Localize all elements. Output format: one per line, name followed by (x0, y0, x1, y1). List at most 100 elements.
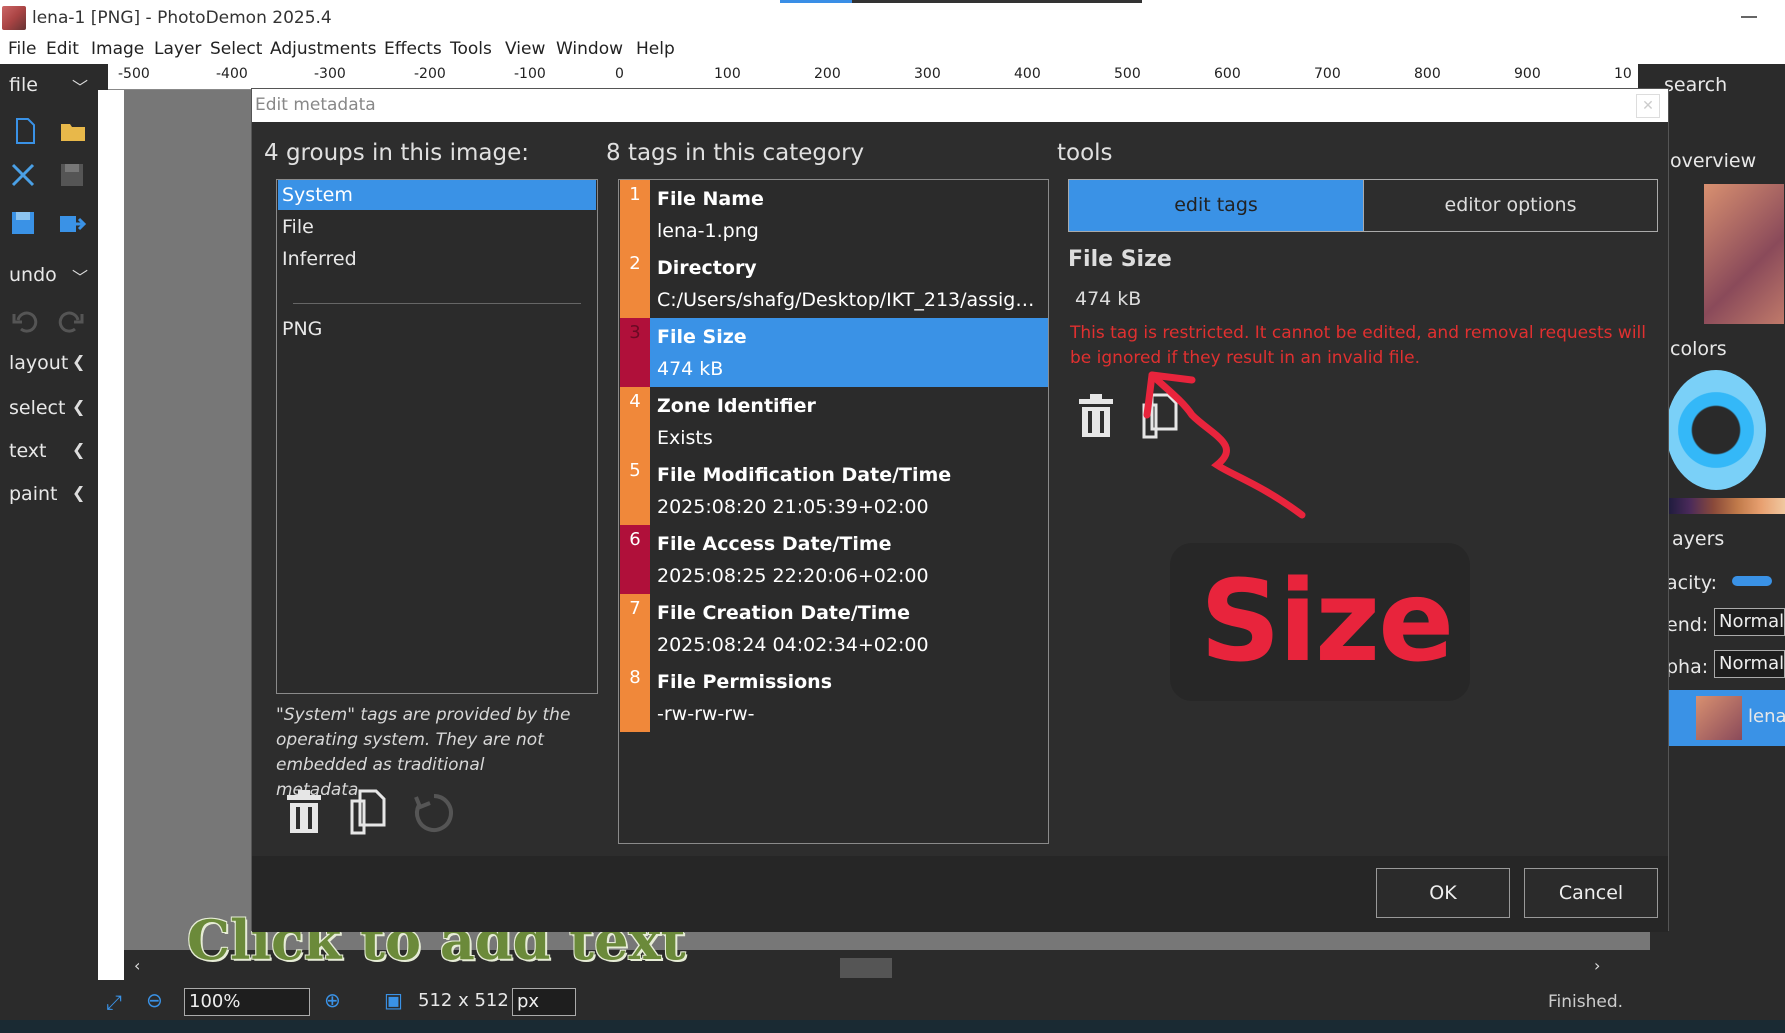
tag-number: 5 (620, 456, 650, 525)
close-icon[interactable]: ✕ (1636, 94, 1660, 118)
layout-section-label[interactable]: layout (9, 352, 68, 374)
menu-edit[interactable]: Edit (46, 39, 79, 59)
tag-row[interactable]: 2 Directory C:/Users/shafg/Desktop/IKT_2… (620, 249, 1048, 318)
ruler-tick: 0 (615, 66, 624, 82)
select-section-label[interactable]: select (9, 397, 65, 419)
menu-window[interactable]: Window (556, 39, 623, 59)
chevron-left-icon[interactable]: ❮ (72, 483, 85, 502)
tag-row[interactable]: 4 Zone Identifier Exists (620, 387, 1048, 456)
tag-value: 2025:08:24 04:02:34+02:00 (657, 634, 929, 656)
menu-view[interactable]: View (505, 39, 545, 59)
right-panel: search overview colors ayers acity: end:… (1650, 64, 1785, 1024)
menu-help[interactable]: Help (636, 39, 675, 59)
reset-icon[interactable] (412, 791, 456, 835)
scroll-left-icon[interactable]: ‹ (134, 956, 140, 975)
copy-icon[interactable] (350, 789, 386, 835)
selected-tag-value: 474 kB (1075, 288, 1142, 310)
zoom-select[interactable]: 100% (184, 988, 310, 1016)
menu-adjustments[interactable]: Adjustments (270, 39, 376, 59)
menu-image[interactable]: Image (91, 39, 144, 59)
color-palette[interactable] (1666, 498, 1785, 514)
alpha-select[interactable]: Normal (1714, 650, 1785, 678)
titlebar-accent-dark (852, 0, 1142, 3)
fit-screen-icon[interactable]: ⤢ (106, 990, 122, 1014)
ok-button[interactable]: OK (1376, 868, 1510, 918)
text-section-label[interactable]: text (9, 440, 47, 462)
image-size-text: 512 x 512 (418, 990, 509, 1011)
cancel-button[interactable]: Cancel (1524, 868, 1658, 918)
search-label[interactable]: search (1664, 74, 1727, 96)
tag-name: File Access Date/Time (657, 533, 892, 555)
trash-icon[interactable] (1076, 393, 1116, 439)
tag-row[interactable]: 1 File Name lena-1.png (620, 180, 1048, 249)
menu-tools[interactable]: Tools (450, 39, 492, 59)
tag-number: 3 (620, 318, 650, 387)
menu-select[interactable]: Select (210, 39, 262, 59)
export-icon[interactable] (57, 208, 87, 238)
group-item-system[interactable]: System (278, 180, 596, 210)
layer-row[interactable]: lena- (1666, 690, 1785, 746)
layer-name: lena- (1748, 706, 1785, 727)
ruler-tick: 500 (1114, 66, 1141, 82)
scroll-right-icon[interactable]: › (1594, 956, 1600, 975)
tag-row[interactable]: 8 File Permissions -rw-rw-rw- (620, 663, 1048, 732)
ruler-vertical (98, 90, 124, 990)
group-item-file[interactable]: File (278, 212, 596, 242)
layer-thumbnail (1696, 696, 1742, 740)
chevron-down-icon[interactable]: ﹀ (72, 74, 88, 98)
tab-edit-tags[interactable]: edit tags (1069, 180, 1363, 231)
dialog-footer: OK Cancel (252, 856, 1668, 932)
scroll-thumb[interactable] (840, 958, 892, 978)
redo-icon[interactable] (56, 306, 86, 336)
zoom-in-icon[interactable]: ⊕ (324, 988, 341, 1012)
tag-row[interactable]: 7 File Creation Date/Time 2025:08:24 04:… (620, 594, 1048, 663)
tag-name: File Size (657, 326, 747, 348)
paint-section-label[interactable]: paint (9, 483, 57, 505)
undo-icon[interactable] (10, 306, 40, 336)
chevron-left-icon[interactable]: ❮ (72, 440, 85, 459)
opacity-label: acity: (1666, 572, 1718, 594)
chevron-left-icon[interactable]: ❮ (72, 397, 85, 416)
minimize-button[interactable] (1741, 16, 1757, 18)
trash-icon[interactable] (284, 789, 324, 835)
colors-label: colors (1670, 338, 1727, 360)
status-bar: ⤢ ⊖ 100% ⊕ ▣ 512 x 512 px Finished. (98, 980, 1650, 1024)
overview-thumbnail[interactable] (1704, 184, 1784, 324)
group-item-png[interactable]: PNG (278, 314, 596, 344)
new-file-icon[interactable] (10, 116, 40, 146)
chevron-left-icon[interactable]: ❮ (72, 352, 85, 371)
unit-select[interactable]: px (512, 988, 576, 1016)
menu-layer[interactable]: Layer (154, 39, 201, 59)
tag-row-selected[interactable]: 3 File Size 474 kB (620, 318, 1048, 387)
image-size-icon: ▣ (384, 988, 403, 1012)
tag-row[interactable]: 5 File Modification Date/Time 2025:08:20… (620, 456, 1048, 525)
tag-row[interactable]: 6 File Access Date/Time 2025:08:25 22:20… (620, 525, 1048, 594)
group-item-inferred[interactable]: Inferred (278, 244, 596, 274)
menu-effects[interactable]: Effects (384, 39, 442, 59)
size-annotation-text: Size (1200, 557, 1454, 687)
undo-section-label[interactable]: undo (9, 264, 57, 286)
menu-file[interactable]: File (8, 39, 36, 59)
save-icon[interactable] (57, 160, 87, 190)
file-section-label[interactable]: file (9, 74, 38, 96)
tab-editor-options[interactable]: editor options (1363, 180, 1657, 231)
ruler-tick: 600 (1214, 66, 1241, 82)
chevron-down-icon[interactable]: ﹀ (72, 264, 88, 288)
tag-number: 7 (620, 594, 650, 663)
ruler-tick: 400 (1014, 66, 1041, 82)
blend-label: end: (1666, 614, 1709, 636)
ruler-tick: 800 (1414, 66, 1441, 82)
zoom-out-icon[interactable]: ⊖ (146, 988, 163, 1012)
tag-value: 474 kB (657, 358, 724, 380)
tag-number: 1 (620, 180, 650, 249)
group-divider (293, 303, 581, 304)
left-toolbar: file ﹀ undo ﹀ layout ❮ select ❮ text ❮ p… (0, 64, 98, 1024)
save-as-icon[interactable] (8, 208, 38, 238)
close-icon[interactable] (8, 160, 38, 190)
open-folder-icon[interactable] (58, 116, 88, 146)
color-wheel[interactable] (1666, 370, 1766, 490)
blend-select[interactable]: Normal (1714, 608, 1785, 636)
tag-value: C:/Users/shafg/Desktop/IKT_213/assignme.… (657, 289, 1045, 311)
opacity-slider[interactable] (1732, 576, 1772, 586)
ruler-tick: -300 (314, 66, 346, 82)
